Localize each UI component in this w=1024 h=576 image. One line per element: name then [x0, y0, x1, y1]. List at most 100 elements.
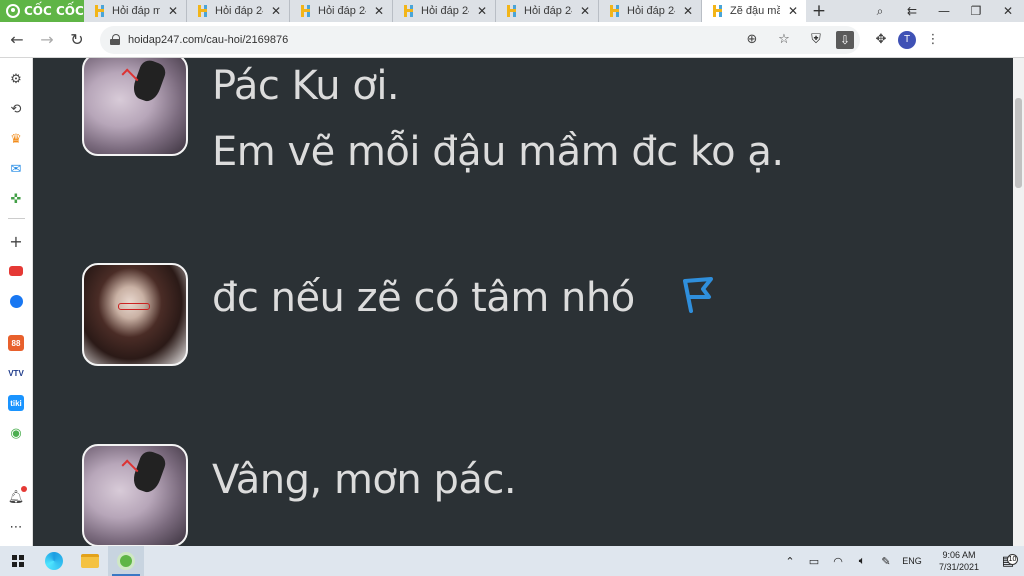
hoidap-favicon-icon [403, 5, 415, 17]
message-text: Vâng, mơn pác. [212, 447, 517, 546]
settings-gear-icon[interactable]: ⚙ [7, 70, 25, 88]
back-arrow-icon[interactable]: ⇇ [896, 4, 928, 18]
tab-6[interactable]: Hỏi đáp 247 ✕ [599, 0, 702, 22]
coccoc-logo-icon [6, 4, 20, 18]
flag-icon [677, 267, 715, 333]
add-sidebar-item-icon[interactable]: + [7, 232, 25, 251]
tab-close-icon[interactable]: ✕ [166, 4, 180, 18]
tab-close-icon[interactable]: ✕ [578, 4, 592, 18]
sidebar-divider [8, 218, 25, 219]
message-1: Pác Ku ơi. Em vẽ mỗi đậu mầm đc ko ạ. [82, 58, 784, 185]
tab-title: Hỏi đáp 247 [215, 5, 263, 17]
facebook-icon[interactable] [7, 292, 25, 310]
tab-2[interactable]: Hỏi đáp 247 ✕ [187, 0, 290, 22]
edge-icon [45, 552, 63, 570]
anime-boy-avatar [82, 263, 188, 366]
page-scrollbar[interactable] [1013, 58, 1024, 546]
browser-toolbar: ← → ↻ hoidap247.com/cau-hoi/2169876 ⊕ ☆ … [0, 22, 1024, 58]
hoidap-favicon-icon [506, 5, 518, 17]
vtv-icon[interactable]: VTV [7, 364, 25, 382]
browser-sidebar: ⚙ ⟲ ♛ ✉ ✜ + 88 VTV tiki ◉ 🔔︎ ⋯ [0, 58, 33, 546]
message-text: Pác Ku ơi. Em vẽ mỗi đậu mầm đc ko ạ. [212, 58, 784, 185]
tab-close-icon[interactable]: ✕ [372, 4, 386, 18]
hoidap-favicon-icon [197, 5, 209, 17]
tab-3[interactable]: Hỏi đáp 247 ✕ [290, 0, 393, 22]
tab-5[interactable]: Hỏi đáp 247 ✕ [496, 0, 599, 22]
comic-content: Pác Ku ơi. Em vẽ mỗi đậu mầm đc ko ạ. đc… [33, 58, 1013, 546]
wifi-icon[interactable]: ◠ [826, 555, 850, 568]
message-text: đc nếu zẽ có tâm nhó [212, 265, 715, 366]
tab-title: Hỏi đáp môn [112, 5, 160, 17]
notification-bell-icon[interactable]: 🔔︎ [7, 486, 27, 506]
reload-button[interactable]: ↻ [64, 27, 90, 53]
tab-4[interactable]: Hỏi đáp 247 ✕ [393, 0, 496, 22]
address-bar[interactable]: hoidap247.com/cau-hoi/2169876 ⊕ ☆ ⛨ ⇩ [100, 25, 860, 54]
more-dots-icon[interactable]: ⋯ [7, 518, 25, 536]
bookmark-star-icon[interactable]: ☆ [772, 32, 796, 47]
tab-title: Hỏi đáp 247 [627, 5, 675, 17]
message-2: đc nếu zẽ có tâm nhó [82, 263, 715, 366]
show-hidden-icons-chevron-icon[interactable]: ⌃ [778, 555, 802, 568]
windows-taskbar: ⌃ ▭ ◠ 🔈︎ ✎ ENG 9:06 AM 7/31/2021 ▤ 10 [0, 546, 1024, 576]
hoidap-favicon-icon [712, 5, 724, 17]
scrollbar-thumb[interactable] [1015, 98, 1022, 188]
pen-icon[interactable]: ✎ [874, 555, 898, 568]
message-line: Pác Ku ơi. [212, 63, 400, 109]
youtube-icon[interactable] [7, 262, 25, 280]
hoidap-favicon-icon [94, 5, 106, 17]
extensions-puzzle-icon[interactable]: ✥ [868, 29, 894, 51]
start-button[interactable] [0, 546, 36, 576]
tab-title: Hỏi đáp 247 [318, 5, 366, 17]
action-center-button[interactable]: ▤ 10 [992, 553, 1024, 569]
tab-1[interactable]: Hỏi đáp môn ✕ [84, 0, 187, 22]
anime-girl-avatar [82, 444, 188, 546]
taskbar-file-explorer[interactable] [72, 546, 108, 576]
coccoc-browser-icon [117, 552, 135, 570]
message-line: đc nếu zẽ có tâm nhó [212, 275, 635, 321]
tab-active[interactable]: Zẽ đậu mầm ✕ [702, 0, 806, 22]
lock-icon[interactable] [110, 34, 120, 45]
volume-icon[interactable]: 🔈︎ [850, 554, 874, 568]
url-text[interactable]: hoidap247.com/cau-hoi/2169876 [128, 34, 732, 46]
app-88-icon[interactable]: 88 [7, 334, 25, 352]
tiki-icon[interactable]: tiki [7, 394, 25, 412]
history-icon[interactable]: ⟲ [7, 100, 25, 118]
anime-girl-avatar [82, 58, 188, 156]
tab-strip: CỐC CỐC Hỏi đáp môn ✕ Hỏi đáp 247 ✕ Hỏi … [0, 0, 1024, 22]
folder-icon [81, 554, 99, 568]
window-controls: ⌕ ⇇ — ❐ ✕ [864, 0, 1024, 22]
shield-icon[interactable]: ⛨ [804, 32, 828, 47]
taskbar-coccoc[interactable] [108, 546, 144, 576]
clock[interactable]: 9:06 AM 7/31/2021 [926, 549, 992, 573]
messenger-icon[interactable]: ✉ [7, 160, 25, 178]
tab-close-icon[interactable]: ✕ [681, 4, 695, 18]
profile-avatar: T [898, 30, 916, 49]
notification-count: 10 [1007, 553, 1018, 565]
restore-icon[interactable]: ❐ [960, 4, 992, 18]
message-line: Em vẽ mỗi đậu mầm đc ko ạ. [212, 129, 784, 175]
forward-button[interactable]: → [34, 27, 60, 53]
crown-icon[interactable]: ♛ [7, 130, 25, 148]
clock-date: 7/31/2021 [938, 562, 980, 572]
battery-icon[interactable]: ▭ [802, 555, 826, 568]
close-window-icon[interactable]: ✕ [992, 4, 1024, 18]
system-tray: ⌃ ▭ ◠ 🔈︎ ✎ ENG 9:06 AM 7/31/2021 ▤ 10 [778, 546, 1024, 576]
download-icon[interactable]: ⇩ [836, 30, 860, 49]
clock-time: 9:06 AM [942, 550, 976, 560]
taskbar-edge[interactable] [36, 546, 72, 576]
gamepad-icon[interactable]: ✜ [7, 190, 25, 208]
search-tabs-icon[interactable]: ⌕ [864, 4, 896, 19]
new-tab-button[interactable]: + [806, 0, 832, 22]
back-button[interactable]: ← [4, 27, 30, 53]
coccoc-brand-button[interactable]: CỐC CỐC [0, 0, 84, 22]
profile-button[interactable]: T [894, 29, 920, 51]
tab-title: Hỏi đáp 247 [421, 5, 469, 17]
zoom-icon[interactable]: ⊕ [740, 32, 764, 47]
tab-close-icon[interactable]: ✕ [269, 4, 283, 18]
coccoc-map-icon[interactable]: ◉ [7, 424, 25, 442]
tab-close-icon[interactable]: ✕ [475, 4, 489, 18]
tab-close-icon[interactable]: ✕ [786, 4, 800, 18]
minimize-icon[interactable]: — [928, 4, 960, 18]
menu-kebab-icon[interactable]: ⋮ [920, 29, 946, 51]
language-indicator[interactable]: ENG [898, 556, 926, 566]
